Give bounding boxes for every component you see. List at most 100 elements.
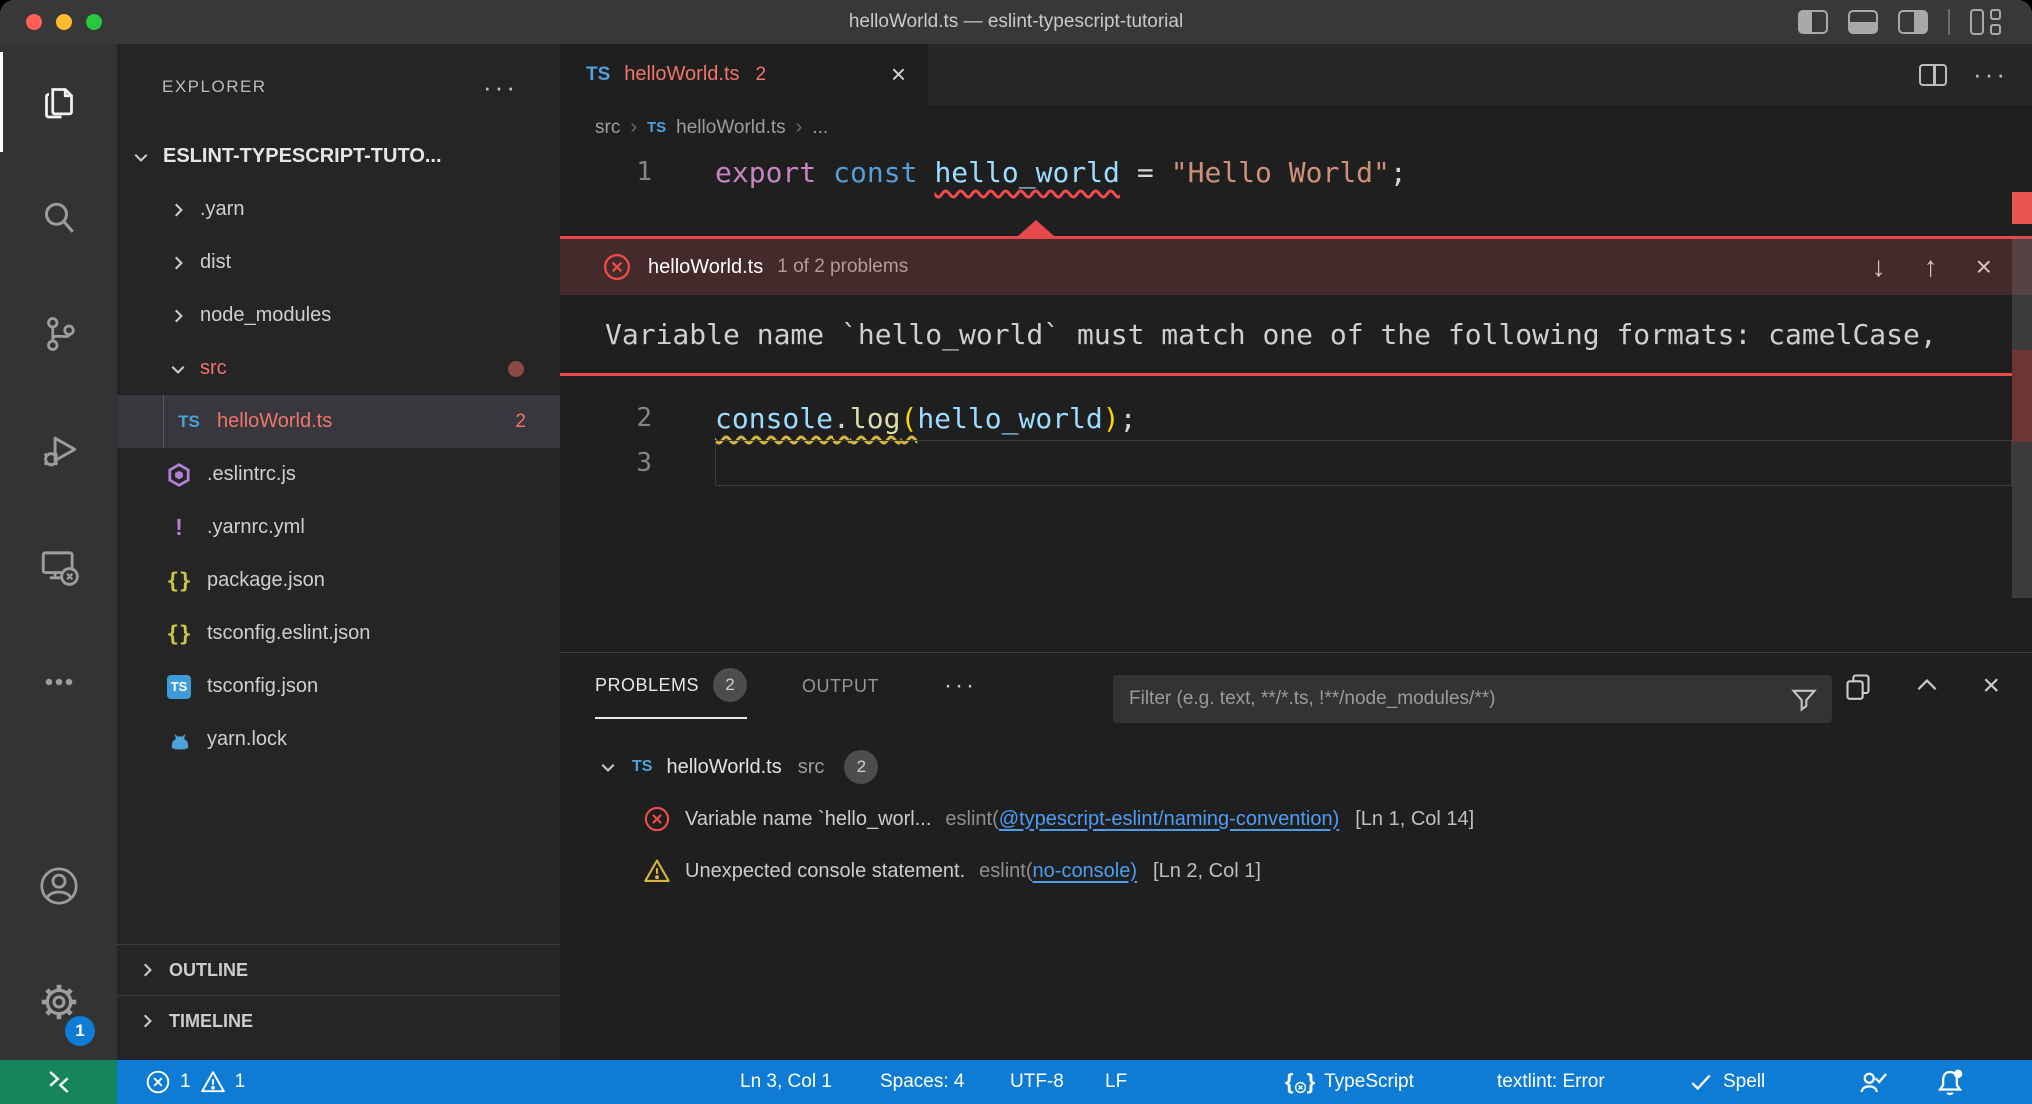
- source-control-icon[interactable]: [0, 276, 117, 392]
- encoding-label: UTF-8: [1010, 1071, 1064, 1093]
- customize-layout-icon[interactable]: [1970, 9, 2004, 35]
- split-editor-icon[interactable]: [1919, 64, 1947, 86]
- token-log: log: [850, 402, 901, 435]
- tab-output[interactable]: OUTPUT: [802, 653, 879, 719]
- warning-icon: [643, 857, 671, 885]
- tree-item-tsconfig-file[interactable]: TS tsconfig.json: [117, 660, 560, 713]
- notifications-bell-icon[interactable]: [1935, 1060, 1965, 1104]
- zoom-window-button[interactable]: [86, 14, 102, 30]
- timeline-section[interactable]: TIMELINE: [117, 995, 560, 1046]
- line-number: 2: [560, 403, 652, 433]
- filter-input[interactable]: [1113, 675, 1832, 723]
- code-line-2: 2 console.log( hello_world ) ;: [560, 396, 2032, 440]
- tree-item-label: helloWorld.ts: [217, 410, 332, 433]
- problems-group-row[interactable]: TS helloWorld.ts src 2: [560, 741, 878, 793]
- panel-toggle-icon[interactable]: [1848, 10, 1878, 34]
- tab-problems[interactable]: PROBLEMS 2: [595, 653, 747, 719]
- panel-more-icon[interactable]: ···: [944, 672, 977, 700]
- group-by-icon[interactable]: [1844, 672, 1872, 700]
- account-icon[interactable]: [0, 828, 117, 944]
- breadcrumb-symbol[interactable]: ...: [812, 117, 828, 139]
- tree-item-label: tsconfig.json: [207, 675, 318, 698]
- encoding-status[interactable]: UTF-8: [1010, 1060, 1064, 1104]
- tab-label: PROBLEMS: [595, 675, 699, 696]
- tree-item-helloworld-file[interactable]: TS helloWorld.ts 2: [117, 395, 560, 448]
- outline-section[interactable]: OUTLINE: [117, 944, 560, 995]
- indentation-label: Spaces: 4: [880, 1071, 965, 1093]
- tree-item-label: .yarnrc.yml: [207, 516, 305, 539]
- language-status[interactable]: {} TypeScript: [1285, 1060, 1414, 1104]
- code-editor[interactable]: 1 export const hello_world = "Hello Worl…: [560, 150, 2032, 652]
- tree-item-dist-folder[interactable]: dist: [117, 236, 560, 289]
- peek-message[interactable]: Variable name `hello_world` must match o…: [560, 295, 2032, 373]
- tree-item-label: .eslintrc.js: [207, 463, 296, 486]
- cursor-position[interactable]: Ln 3, Col 1: [740, 1060, 832, 1104]
- problem-location: [Ln 1, Col 14]: [1355, 808, 1474, 831]
- close-panel-icon[interactable]: ×: [1982, 669, 2000, 703]
- secondary-sidebar-toggle-icon[interactable]: [1898, 10, 1928, 34]
- minimize-window-button[interactable]: [56, 14, 72, 30]
- problem-rule-link[interactable]: no-console): [1033, 860, 1138, 883]
- more-icon[interactable]: [0, 624, 117, 740]
- breadcrumb-folder[interactable]: src: [595, 117, 620, 139]
- overview-error-mark: [2012, 192, 2032, 224]
- error-count: 1: [180, 1071, 191, 1093]
- token-console: console: [715, 402, 833, 435]
- error-peek-widget: helloWorld.ts 1 of 2 problems ↓ ↑ × Vari…: [560, 236, 2032, 376]
- spell-status[interactable]: Spell: [1688, 1060, 1765, 1104]
- tree-item-node-modules-folder[interactable]: node_modules: [117, 289, 560, 342]
- tab-bar: TS helloWorld.ts 2 × ···: [560, 44, 2032, 105]
- next-problem-icon[interactable]: ↓: [1872, 251, 1886, 283]
- token-arg: hello_world: [917, 402, 1102, 435]
- tree-item-tsconfig-eslint-file[interactable]: {} tsconfig.eslint.json: [117, 607, 560, 660]
- remote-indicator[interactable]: [0, 1060, 117, 1104]
- remote-explorer-icon[interactable]: [0, 508, 117, 624]
- settings-badge: 1: [65, 1016, 95, 1046]
- tree-item-eslintrc-file[interactable]: .eslintrc.js: [117, 448, 560, 501]
- maximize-panel-icon[interactable]: [1914, 673, 1940, 699]
- tab-helloworld[interactable]: TS helloWorld.ts 2 ×: [560, 44, 928, 105]
- feedback-icon[interactable]: [1858, 1060, 1888, 1104]
- indentation-status[interactable]: Spaces: 4: [880, 1060, 965, 1104]
- eol-status[interactable]: LF: [1105, 1060, 1127, 1104]
- tree-item-package-json-file[interactable]: {} package.json: [117, 554, 560, 607]
- editor-scrollbar[interactable]: [2012, 150, 2032, 652]
- previous-problem-icon[interactable]: ↑: [1924, 251, 1938, 283]
- section-label: OUTLINE: [169, 960, 248, 981]
- problem-row-warning[interactable]: Unexpected console statement. eslint( no…: [560, 845, 1261, 897]
- group-file-path: src: [798, 756, 825, 779]
- ts-icon: TS: [175, 412, 203, 432]
- chevron-right-icon: [170, 202, 186, 218]
- problem-rule-link[interactable]: @typescript-eslint/naming-convention): [999, 808, 1339, 831]
- tree-item-label: .yarn: [200, 198, 244, 221]
- close-peek-icon[interactable]: ×: [1976, 251, 1992, 283]
- chevron-right-icon: [139, 1013, 155, 1029]
- json-braces-icon: {}: [165, 569, 193, 593]
- run-debug-icon[interactable]: [0, 392, 117, 508]
- textlint-status[interactable]: textlint: Error: [1497, 1060, 1605, 1104]
- breadcrumb-file[interactable]: helloWorld.ts: [676, 117, 785, 139]
- tree-item-yarn-folder[interactable]: .yarn: [117, 183, 560, 236]
- editor-more-icon[interactable]: ···: [1973, 59, 2008, 90]
- search-icon[interactable]: [0, 160, 117, 276]
- tree-item-yarnrc-file[interactable]: ! .yarnrc.yml: [117, 501, 560, 554]
- explorer-icon[interactable]: [0, 44, 117, 160]
- close-window-button[interactable]: [26, 14, 42, 30]
- peek-problem-count: 1 of 2 problems: [777, 256, 908, 278]
- settings-gear-icon[interactable]: 1: [0, 944, 117, 1060]
- vscode-window: helloWorld.ts — eslint-typescript-tutori…: [0, 0, 2032, 1104]
- problem-row-error[interactable]: Variable name `hello_worl... eslint( @ty…: [560, 793, 1474, 845]
- tree-item-root[interactable]: ESLINT-TYPESCRIPT-TUTO...: [117, 130, 560, 183]
- sidebar-toggle-icon[interactable]: [1798, 10, 1828, 34]
- code-line-3: 3: [560, 441, 2032, 485]
- tab-close-icon[interactable]: ×: [891, 59, 906, 90]
- explorer-more-icon[interactable]: ···: [483, 72, 518, 103]
- peek-actions: ↓ ↑ ×: [1872, 251, 1992, 283]
- chevron-right-icon: [170, 308, 186, 324]
- problems-filter: [1113, 675, 1832, 723]
- tree-item-src-folder[interactable]: src: [117, 342, 560, 395]
- tree-item-yarn-lock-file[interactable]: yarn.lock: [117, 713, 560, 766]
- group-file-name: helloWorld.ts: [666, 756, 781, 779]
- problems-status[interactable]: 1 1: [145, 1060, 245, 1104]
- yarn-cat-icon: [165, 728, 193, 752]
